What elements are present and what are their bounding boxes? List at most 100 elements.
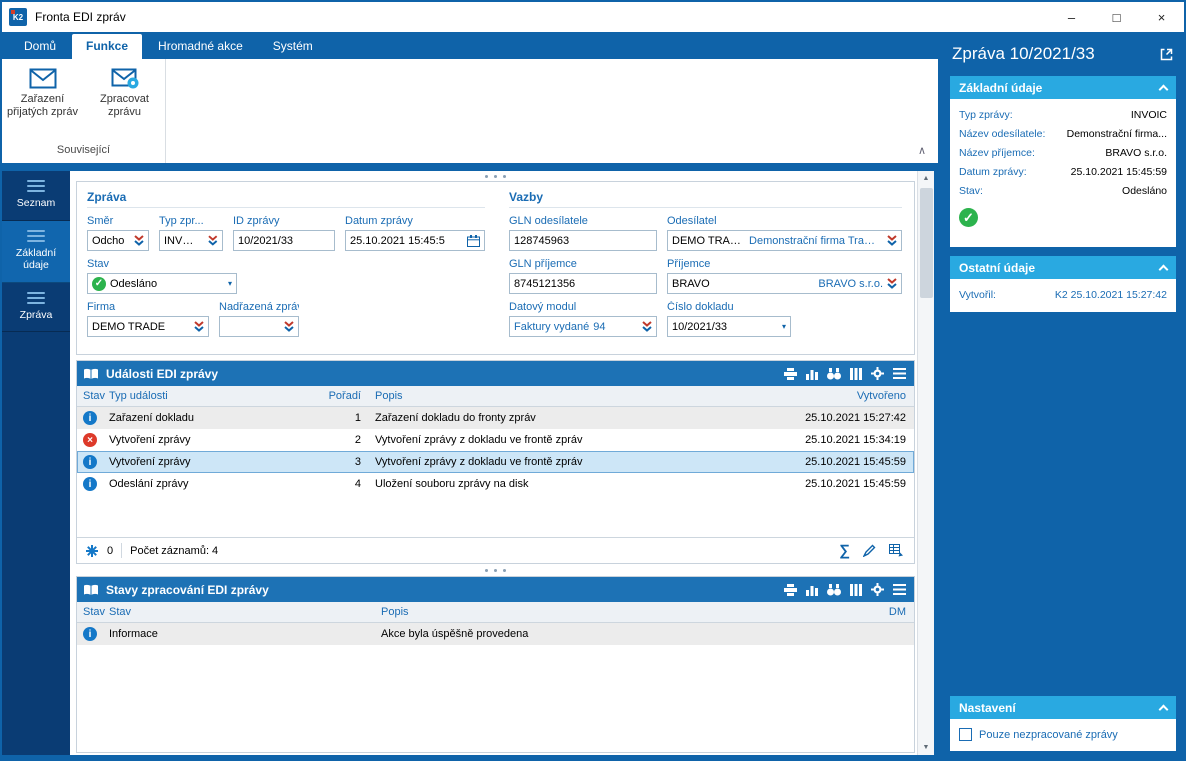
error-icon: ×	[83, 433, 97, 447]
menu-icon[interactable]	[893, 584, 906, 595]
vertical-scrollbar[interactable]: ▲ ▼	[917, 171, 934, 755]
splitter-handle[interactable]	[76, 564, 915, 576]
sum-icon[interactable]: ∑	[839, 542, 850, 559]
panel-title: Události EDI zprávy	[106, 366, 219, 381]
field-label: Stav	[87, 258, 110, 270]
combo-icon	[134, 235, 144, 246]
pouze-nezpracovane-checkbox[interactable]	[959, 728, 972, 741]
tab-funkce[interactable]: Funkce	[72, 34, 143, 59]
gln-prijemce-input[interactable]: 8745121356	[509, 273, 657, 294]
card-zakladni-udaje: Základní údaje Typ zprávy: INVOIC Název o…	[950, 76, 1176, 247]
smer-select[interactable]: Odcho	[87, 230, 149, 251]
table-row[interactable]: i Informace Akce byla úspěšně provedena	[77, 623, 914, 645]
edit-grid-icon[interactable]	[889, 544, 904, 557]
ribbon-group-label: Související	[56, 144, 111, 156]
combo-icon	[284, 321, 294, 332]
datovy-modul-select[interactable]: Faktury vydané 94	[509, 316, 657, 337]
binoculars-icon[interactable]	[827, 583, 841, 596]
table-row[interactable]: i Odeslání zprávy 4 Uložení souboru zprá…	[77, 473, 914, 495]
book-icon	[84, 584, 98, 595]
edit-icon[interactable]	[863, 544, 876, 557]
states-panel: Stavy zpracování EDI zprávy Stav Stav Po…	[76, 576, 915, 753]
tab-domu[interactable]: Domů	[10, 34, 70, 59]
columns-icon[interactable]	[850, 367, 862, 380]
menu-icon[interactable]	[893, 368, 906, 379]
table-row-selected[interactable]: i Vytvoření zprávy 3 Vytvoření zprávy z …	[77, 451, 914, 473]
print-icon[interactable]	[784, 583, 797, 596]
button-label: Zpracovat zprávu	[100, 93, 149, 118]
expand-icon[interactable]	[1159, 47, 1174, 62]
scroll-up-icon[interactable]: ▲	[918, 171, 934, 186]
table-row[interactable]: i Zařazení dokladu 1 Zařazení dokladu do…	[77, 407, 914, 429]
detail-title: Zpráva 10/2021/33	[952, 44, 1095, 63]
record-count: Počet záznamů: 4	[130, 544, 219, 557]
states-table-header[interactable]: Stav Stav Popis DM	[77, 602, 914, 623]
success-icon: ✓	[959, 208, 978, 227]
card-header[interactable]: Ostatní údaje	[950, 256, 1176, 279]
calendar-icon[interactable]	[467, 234, 480, 247]
gear-icon[interactable]	[871, 367, 884, 380]
checkbox-label: Pouze nezpracované zprávy	[979, 728, 1118, 741]
sidebar-item-zprava[interactable]: Zpráva	[2, 283, 70, 333]
id-zpravy-input[interactable]: 10/2021/33	[233, 230, 335, 251]
sidebar-item-label: Seznam	[16, 197, 56, 209]
zarazeni-prijatych-zprav-button[interactable]: Zařazení přijatých zpráv	[4, 64, 82, 144]
print-icon[interactable]	[784, 367, 797, 380]
typ-zpravy-select[interactable]: INVOIC	[159, 230, 223, 251]
message-form-panel: Zpráva Směr Odcho Typ zpr... INVOIC ID z…	[76, 181, 915, 355]
tab-hromadne-akce[interactable]: Hromadné akce	[144, 34, 257, 59]
success-icon: ✓	[92, 276, 106, 291]
prijemce-select[interactable]: BRAVO BRAVO s.r.o.	[667, 273, 902, 294]
field-label: Datový modul	[509, 301, 577, 313]
chart-icon[interactable]	[806, 584, 818, 596]
info-icon: i	[83, 627, 97, 641]
maximize-button[interactable]: □	[1094, 2, 1139, 32]
cislo-dokladu-select[interactable]: 10/2021/33 ▾	[667, 316, 791, 337]
status-indicator: ✓	[959, 208, 1167, 239]
gln-odesilatele-input[interactable]: 128745963	[509, 230, 657, 251]
zpracovat-zpravu-button[interactable]: Zpracovat zprávu	[86, 64, 164, 144]
events-panel-header: Události EDI zprávy	[77, 361, 914, 386]
events-table-header[interactable]: Stav Typ události Pořadí Popis Vytvořeno	[77, 386, 914, 407]
field-label: Číslo dokladu	[667, 301, 734, 313]
close-button[interactable]: ×	[1139, 2, 1184, 32]
binoculars-icon[interactable]	[827, 367, 841, 380]
events-panel: Události EDI zprávy Stav Typ události Po…	[76, 360, 915, 564]
minimize-button[interactable]: –	[1049, 2, 1094, 32]
combo-icon	[194, 321, 204, 332]
stav-select[interactable]: ✓ Odesláno ▾	[87, 273, 237, 294]
mail-gear-icon	[111, 68, 138, 89]
titlebar: K2 Fronta EDI zpráv – □ ×	[2, 2, 1184, 32]
card-header[interactable]: Nastavení	[950, 696, 1176, 719]
states-panel-header: Stavy zpracování EDI zprávy	[77, 577, 914, 602]
tab-system[interactable]: Systém	[259, 34, 327, 59]
combo-icon	[642, 321, 652, 332]
field-label: GLN příjemce	[509, 258, 577, 270]
field-label: Příjemce	[667, 258, 711, 270]
chart-icon[interactable]	[806, 368, 818, 380]
gear-icon[interactable]	[871, 583, 884, 596]
combo-icon	[887, 235, 897, 246]
asterisk-icon[interactable]	[85, 544, 99, 558]
table-row[interactable]: × Vytvoření zprávy 2 Vytvoření zprávy z …	[77, 429, 914, 451]
card-nastaveni: Nastavení Pouze nezpracované zprávy	[950, 696, 1176, 751]
splitter-handle[interactable]	[76, 171, 915, 181]
nadrazena-zprava-select[interactable]	[219, 316, 299, 337]
scroll-down-icon[interactable]: ▼	[918, 740, 934, 755]
collapse-chevron-icon	[1158, 264, 1169, 275]
datum-zpravy-input[interactable]: 25.10.2021 15:45:5	[345, 230, 485, 251]
sidebar: Seznam Základní údaje Zpráva	[2, 171, 70, 755]
card-header[interactable]: Základní údaje	[950, 76, 1176, 99]
scrollbar-thumb[interactable]	[919, 188, 933, 298]
columns-icon[interactable]	[850, 583, 862, 596]
odesilatel-select[interactable]: DEMO TRADE Demonstrační firma Trad...	[667, 230, 902, 251]
firma-select[interactable]: DEMO TRADE	[87, 316, 209, 337]
sidebar-item-zakladni-udaje[interactable]: Základní údaje	[2, 220, 70, 283]
prijemce-link[interactable]: BRAVO s.r.o.	[818, 278, 883, 290]
group-vazby: Vazby GLN odesílatele 128745963 Odesílat…	[509, 186, 902, 346]
collapse-chevron-icon	[1158, 704, 1169, 715]
group-zprava: Zpráva Směr Odcho Typ zpr... INVOIC ID z…	[87, 186, 485, 346]
collapse-ribbon-icon[interactable]: ∧	[918, 144, 926, 157]
app-window: K2 Fronta EDI zpráv – □ × Domů Funkce Hr…	[0, 0, 1186, 761]
sidebar-item-seznam[interactable]: Seznam	[2, 171, 70, 221]
